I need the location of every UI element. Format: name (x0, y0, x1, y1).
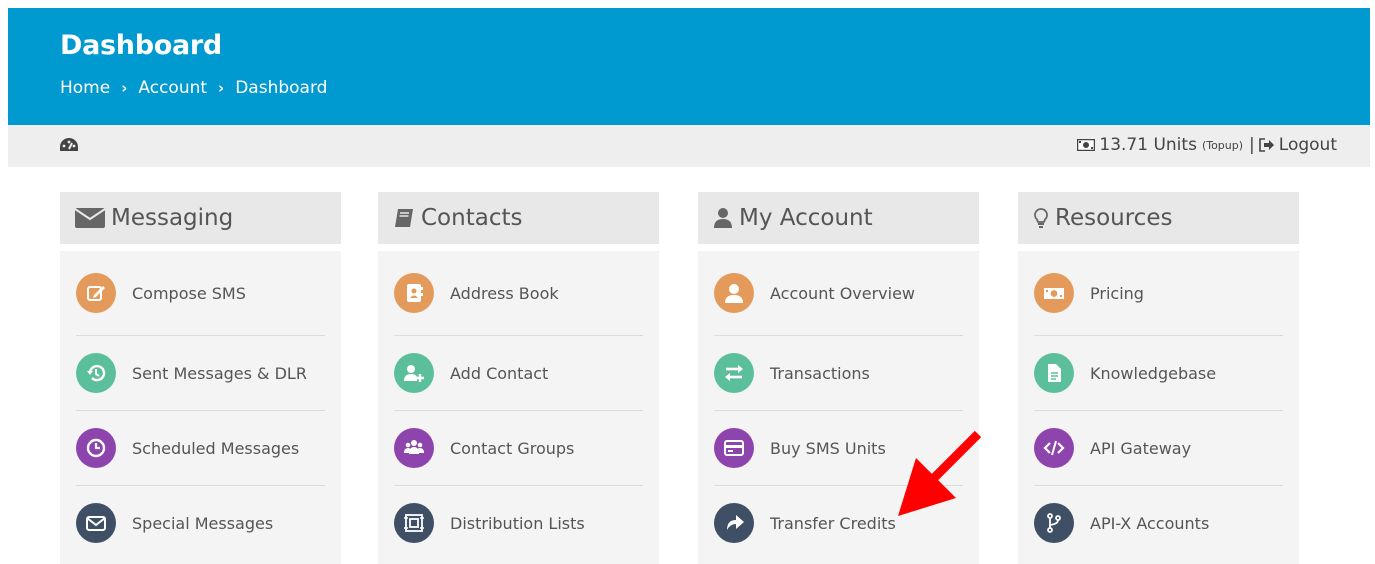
card-title: Messaging (111, 205, 234, 231)
red-pointer-arrow-icon (898, 430, 982, 516)
resources-card: Resources Pricing Knowledgebase API Gate… (1018, 192, 1299, 564)
item-label: Transfer Credits (770, 513, 896, 533)
menu-item-compose-sms[interactable]: Compose SMS (76, 251, 325, 336)
distribution-icon (394, 503, 434, 543)
info-bar: 13.71 Units (Topup) | Logout (8, 125, 1370, 167)
card-body: Pricing Knowledgebase API Gateway API-X … (1018, 251, 1299, 564)
envelope-icon (75, 208, 105, 228)
item-label: Pricing (1090, 283, 1144, 303)
item-label: Scheduled Messages (132, 438, 300, 458)
separator: | (1249, 135, 1255, 155)
card-title: Resources (1055, 205, 1173, 231)
breadcrumb-home[interactable]: Home (60, 78, 110, 98)
contacts-card: Contacts Address Book Add Contact Contac… (378, 192, 659, 564)
menu-item-knowledgebase[interactable]: Knowledgebase (1034, 336, 1283, 411)
item-label: Contact Groups (450, 438, 575, 458)
history-icon (76, 353, 116, 393)
item-label: Compose SMS (132, 283, 246, 303)
item-label: Buy SMS Units (770, 438, 886, 458)
money-icon (1034, 273, 1074, 313)
item-label: Special Messages (132, 513, 274, 533)
card-header: My Account (698, 192, 979, 244)
document-icon (1034, 353, 1074, 393)
logout-icon (1258, 138, 1274, 152)
lightbulb-icon (1034, 208, 1048, 228)
add-user-icon (394, 353, 434, 393)
compose-icon (76, 273, 116, 313)
menu-item-account-overview[interactable]: Account Overview (714, 251, 963, 336)
logout-label: Logout (1278, 135, 1337, 155)
menu-item-sent-messages[interactable]: Sent Messages & DLR (76, 336, 325, 411)
user-icon (714, 208, 732, 228)
group-icon (394, 428, 434, 468)
balance-type: (Topup) (1201, 138, 1244, 152)
exchange-icon (714, 353, 754, 393)
menu-item-contact-groups[interactable]: Contact Groups (394, 411, 643, 486)
dashboard-gauge-icon (60, 138, 78, 151)
card-header: Messaging (60, 192, 341, 244)
balance-value: 13.71 Units (1099, 135, 1197, 155)
clock-icon (76, 428, 116, 468)
breadcrumb-account[interactable]: Account (138, 78, 207, 98)
item-label: Transactions (770, 363, 870, 383)
breadcrumb-current: Dashboard (235, 78, 328, 98)
card-title: Contacts (421, 205, 523, 231)
card-header: Contacts (378, 192, 659, 244)
logout-link[interactable]: Logout (1258, 135, 1337, 155)
item-label: API-X Accounts (1090, 513, 1210, 533)
item-label: Sent Messages & DLR (132, 363, 307, 383)
card-title: My Account (739, 205, 873, 231)
menu-item-pricing[interactable]: Pricing (1034, 251, 1283, 336)
menu-item-distribution-lists[interactable]: Distribution Lists (394, 486, 643, 560)
item-label: Distribution Lists (450, 513, 585, 533)
branch-icon (1034, 503, 1074, 543)
address-book-icon (394, 273, 434, 313)
menu-item-api-x-accounts[interactable]: API-X Accounts (1034, 486, 1283, 560)
menu-item-special-messages[interactable]: Special Messages (76, 486, 325, 560)
item-label: API Gateway (1090, 438, 1192, 458)
item-label: Address Book (450, 283, 559, 303)
user-icon (714, 273, 754, 313)
share-arrow-icon (714, 503, 754, 543)
menu-item-transactions[interactable]: Transactions (714, 336, 963, 411)
breadcrumb: Home › Account › Dashboard (60, 78, 327, 98)
chevron-right-icon: › (121, 79, 128, 97)
item-label: Knowledgebase (1090, 363, 1217, 383)
money-icon (1077, 139, 1096, 151)
item-label: Add Contact (450, 363, 549, 383)
page-title: Dashboard (60, 30, 222, 61)
credit-card-icon (714, 428, 754, 468)
page-header: Dashboard Home › Account › Dashboard (8, 8, 1370, 125)
balance-area: 13.71 Units (Topup) | Logout (1077, 135, 1337, 155)
menu-item-api-gateway[interactable]: API Gateway (1034, 411, 1283, 486)
menu-item-add-contact[interactable]: Add Contact (394, 336, 643, 411)
messaging-card: Messaging Compose SMS Sent Messages & DL… (60, 192, 341, 564)
mail-icon (76, 503, 116, 543)
card-header: Resources (1018, 192, 1299, 244)
chevron-right-icon: › (218, 79, 225, 97)
item-label: Account Overview (770, 283, 916, 303)
card-body: Address Book Add Contact Contact Groups … (378, 251, 659, 564)
menu-item-address-book[interactable]: Address Book (394, 251, 643, 336)
menu-item-scheduled-messages[interactable]: Scheduled Messages (76, 411, 325, 486)
card-body: Compose SMS Sent Messages & DLR Schedule… (60, 251, 341, 564)
book-icon (395, 209, 413, 227)
code-icon (1034, 428, 1074, 468)
